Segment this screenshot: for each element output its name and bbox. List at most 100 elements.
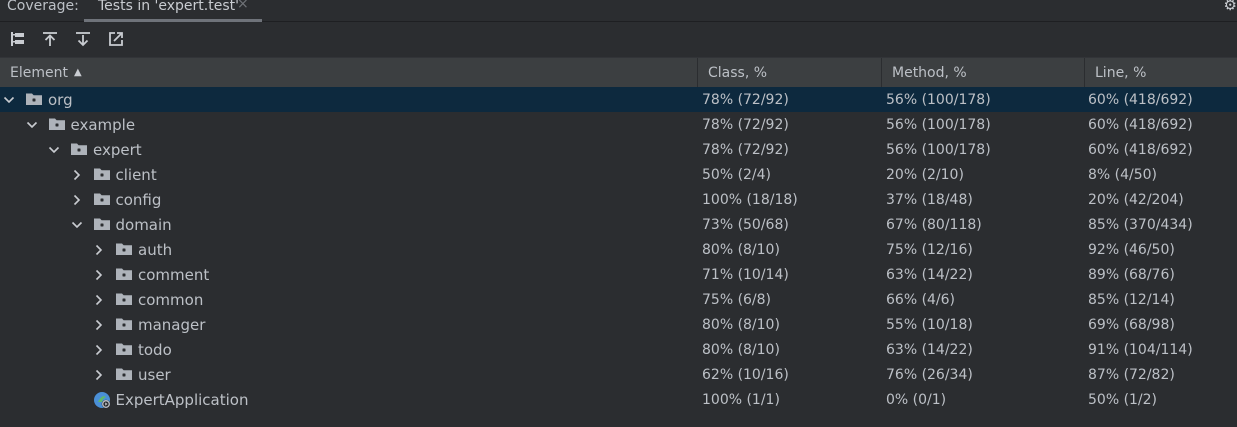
coverage-tool-window: Coverage: Tests in 'expert.test' × ⚙ Ele…: [0, 0, 1237, 427]
element-name: comment: [138, 266, 210, 284]
chevron-down-icon[interactable]: [71, 212, 85, 237]
open-in-editor-icon[interactable]: [107, 30, 125, 48]
coverage-tab-bar: Coverage: Tests in 'expert.test' × ⚙: [0, 0, 1237, 22]
package-folder-icon: [115, 317, 133, 331]
chevron-right-icon[interactable]: [93, 362, 107, 387]
class-coverage: 78% (72/92): [702, 117, 789, 133]
method-coverage: 63% (14/22): [886, 267, 973, 283]
method-coverage: 56% (100/178): [886, 117, 991, 133]
method-coverage: 76% (26/34): [886, 367, 973, 383]
line-coverage: 60% (418/692): [1088, 117, 1193, 133]
method-coverage: 67% (80/118): [886, 217, 982, 233]
method-coverage: 55% (10/18): [886, 317, 973, 333]
class-coverage: 100% (1/1): [702, 392, 780, 408]
class-coverage: 75% (6/8): [702, 292, 772, 308]
class-coverage: 71% (10/14): [702, 267, 789, 283]
import-icon[interactable]: [41, 30, 59, 48]
close-icon[interactable]: ×: [237, 0, 249, 12]
package-folder-icon: [115, 292, 133, 306]
column-header-line-label: Line, %: [1095, 65, 1147, 81]
line-coverage: 85% (370/434): [1088, 217, 1193, 233]
package-folder-icon: [93, 217, 111, 231]
coverage-title: Coverage:: [7, 0, 79, 14]
column-header-method[interactable]: Method, %: [881, 58, 1084, 88]
chevron-right-icon[interactable]: [71, 162, 85, 187]
tab-tests-in-expert-test[interactable]: Tests in 'expert.test' ×: [84, 0, 262, 22]
element-name: manager: [138, 316, 206, 334]
chevron-down-icon[interactable]: [48, 137, 62, 162]
class-coverage: 62% (10/16): [702, 367, 789, 383]
table-row[interactable]: domain 73% (50/68) 67% (80/118) 85% (370/43…: [0, 212, 1237, 237]
table-row[interactable]: auth 80% (8/10) 75% (12/16) 92% (46/50): [0, 237, 1237, 262]
tab-label: Tests in 'expert.test': [98, 0, 239, 14]
element-name: todo: [138, 341, 172, 359]
table-row[interactable]: todo 80% (8/10) 63% (14/22) 91% (104/114): [0, 337, 1237, 362]
method-coverage: 20% (2/10): [886, 167, 964, 183]
element-name: expert: [93, 141, 142, 159]
class-coverage: 50% (2/4): [702, 167, 772, 183]
class-coverage: 73% (50/68): [702, 217, 789, 233]
column-header-class-label: Class, %: [708, 65, 768, 81]
method-coverage: 56% (100/178): [886, 92, 991, 108]
chevron-right-icon[interactable]: [71, 187, 85, 212]
line-coverage: 69% (68/98): [1088, 317, 1175, 333]
column-header-class[interactable]: Class, %: [697, 58, 881, 88]
table-row[interactable]: user 62% (10/16) 76% (26/34) 87% (72/82): [0, 362, 1237, 387]
chevron-right-icon[interactable]: [93, 287, 107, 312]
sort-ascending-icon: ▲: [73, 67, 82, 78]
class-coverage: 100% (18/18): [702, 192, 798, 208]
chevron-down-icon[interactable]: [26, 112, 40, 137]
table-row[interactable]: comment 71% (10/14) 63% (14/22) 89% (68/76): [0, 262, 1237, 287]
package-folder-icon: [48, 117, 66, 131]
export-icon[interactable]: [74, 30, 92, 48]
class-coverage: 80% (8/10): [702, 317, 780, 333]
table-row[interactable]: example 78% (72/92) 56% (100/178) 60% (418/…: [0, 112, 1237, 137]
table-header: Element ▲ Class, % Method, % Line, %: [0, 57, 1237, 88]
table-row[interactable]: config 100% (18/18) 37% (18/48) 20% (42/204…: [0, 187, 1237, 212]
chevron-down-icon[interactable]: [3, 87, 17, 112]
package-folder-icon: [93, 192, 111, 206]
chevron-right-icon[interactable]: [93, 312, 107, 337]
line-coverage: 89% (68/76): [1088, 267, 1175, 283]
package-folder-icon: [115, 242, 133, 256]
package-folder-icon: [115, 267, 133, 281]
method-coverage: 63% (14/22): [886, 342, 973, 358]
flatten-packages-icon[interactable]: [9, 30, 27, 48]
package-folder-icon: [25, 92, 43, 106]
line-coverage: 60% (418/692): [1088, 92, 1193, 108]
element-name: common: [138, 291, 204, 309]
chevron-right-icon[interactable]: [93, 337, 107, 362]
table-row[interactable]: expert 78% (72/92) 56% (100/178) 60% (418/6…: [0, 137, 1237, 162]
element-name: domain: [115, 216, 172, 234]
method-coverage: 75% (12/16): [886, 242, 973, 258]
table-row[interactable]: org 78% (72/92) 56% (100/178) 60% (418/692): [0, 87, 1237, 112]
element-name: auth: [138, 241, 173, 259]
element-name: client: [115, 166, 157, 184]
class-coverage: 80% (8/10): [702, 342, 780, 358]
table-row[interactable]: client 50% (2/4) 20% (2/10) 8% (4/50): [0, 162, 1237, 187]
element-name: ExpertApplication: [115, 391, 249, 409]
class-coverage: 80% (8/10): [702, 242, 780, 258]
table-row[interactable]: ExpertApplication 100% (1/1) 0% (0/1) 50% (…: [0, 387, 1237, 412]
line-coverage: 92% (46/50): [1088, 242, 1175, 258]
table-row[interactable]: manager 80% (8/10) 55% (10/18) 69% (68/98): [0, 312, 1237, 337]
chevron-right-icon[interactable]: [93, 237, 107, 262]
line-coverage: 50% (1/2): [1088, 392, 1158, 408]
table-row[interactable]: common 75% (6/8) 66% (4/6) 85% (12/14): [0, 287, 1237, 312]
line-coverage: 8% (4/50): [1088, 167, 1158, 183]
element-name: org: [48, 91, 73, 109]
column-header-line[interactable]: Line, %: [1084, 58, 1237, 88]
chevron-right-icon[interactable]: [93, 262, 107, 287]
gear-icon[interactable]: ⚙: [1224, 0, 1237, 14]
column-header-element[interactable]: Element ▲: [0, 58, 697, 88]
package-folder-icon: [70, 142, 88, 156]
package-folder-icon: [93, 167, 111, 181]
column-header-method-label: Method, %: [892, 65, 967, 81]
package-folder-icon: [115, 342, 133, 356]
method-coverage: 0% (0/1): [886, 392, 947, 408]
element-name: example: [70, 116, 136, 134]
package-folder-icon: [115, 367, 133, 381]
method-coverage: 66% (4/6): [886, 292, 956, 308]
element-name: user: [138, 366, 171, 384]
element-name: config: [115, 191, 162, 209]
